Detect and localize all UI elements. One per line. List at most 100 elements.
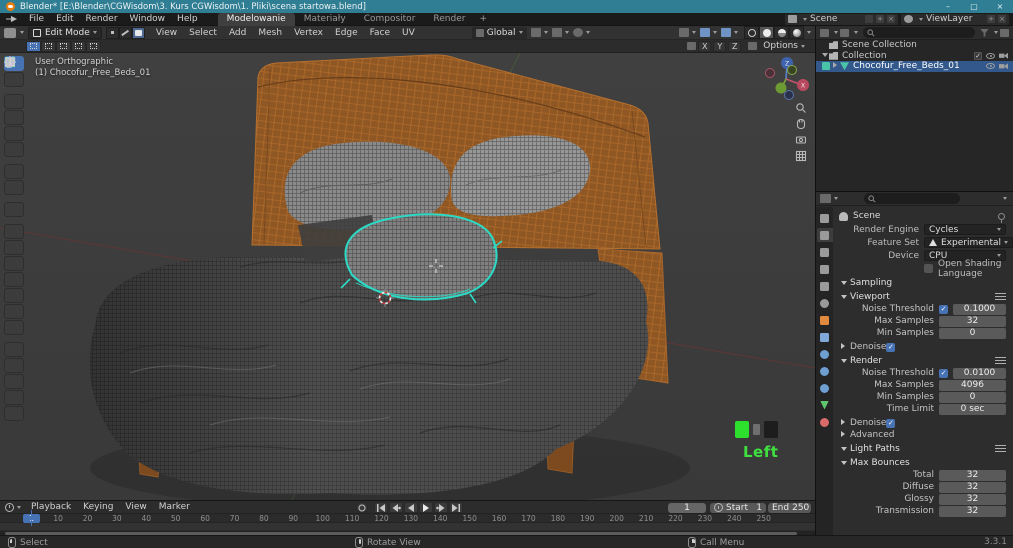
properties-tab-world[interactable] xyxy=(817,296,833,310)
outliner-scope-icon[interactable] xyxy=(840,28,849,37)
hide-eye-icon[interactable] xyxy=(986,52,995,59)
property-row[interactable]: Max Samples Max Samples ✓ 4096 xyxy=(835,379,1009,391)
collection-checkbox[interactable]: ✓ xyxy=(974,51,982,60)
viewport-menu-edge[interactable]: Edge xyxy=(330,28,363,38)
disable-render-icon[interactable] xyxy=(999,52,1008,59)
value-slider[interactable]: 0 sec xyxy=(939,403,1006,415)
property-row[interactable]: Noise Threshold Noise Threshold ✓ 0.1000 xyxy=(835,303,1009,315)
tool-poly-build[interactable] xyxy=(4,56,24,319)
expand-arrow-icon[interactable] xyxy=(841,380,850,390)
workspace-tab--object-object-[interactable]: Modelowanie xyxy=(217,12,295,26)
timeline-menu-keying[interactable]: Keying xyxy=(77,502,119,512)
viewport-menu-view[interactable]: View xyxy=(151,28,182,38)
scene-selector[interactable]: Scene + × xyxy=(785,13,898,25)
new-collection-icon[interactable] xyxy=(1000,28,1009,37)
properties-tab-physics[interactable] xyxy=(817,364,833,378)
show-gizmo-dropdown[interactable] xyxy=(679,28,696,37)
expand-arrow-icon[interactable] xyxy=(841,494,850,504)
tool-shear[interactable] xyxy=(4,58,24,405)
expand-arrow-icon[interactable] xyxy=(833,62,840,70)
timeline-menu-marker[interactable]: Marker xyxy=(153,502,196,512)
expand-arrow-icon[interactable] xyxy=(841,292,850,302)
outliner-row[interactable]: Scene Collection ✓ xyxy=(816,40,1013,51)
select-option-intersect[interactable] xyxy=(86,40,101,52)
properties-tab-view-layer[interactable] xyxy=(817,262,833,276)
tool-rotate[interactable] xyxy=(4,57,24,125)
expand-arrow-icon[interactable] xyxy=(841,430,850,440)
expand-arrow-icon[interactable] xyxy=(841,392,850,402)
row-checkbox[interactable]: ✓ xyxy=(886,418,896,428)
workspace-tab--object-object-[interactable]: Compositor xyxy=(355,13,425,26)
value-slider[interactable]: 4096 xyxy=(939,379,1006,391)
add-workspace-button[interactable]: + xyxy=(474,13,492,26)
properties-options-caret[interactable] xyxy=(1003,197,1007,200)
tool-edge-slide[interactable] xyxy=(4,57,24,373)
row-checkbox[interactable]: ✓ xyxy=(886,342,896,352)
property-row[interactable]: Time Limit Time Limit ✓ 0 sec xyxy=(835,403,1009,415)
properties-tab-scene[interactable] xyxy=(817,279,833,293)
expand-arrow-icon[interactable] xyxy=(822,52,829,59)
viewport-menu-add[interactable]: Add xyxy=(224,28,251,38)
transform-orientation-dropdown[interactable]: Global xyxy=(471,26,527,39)
value-slider[interactable]: 0 xyxy=(939,327,1006,339)
timeline-track[interactable] xyxy=(0,523,815,530)
blender-menu-icon[interactable] xyxy=(6,15,17,23)
unlink-scene-icon[interactable]: × xyxy=(887,15,895,23)
property-row[interactable]: Max Samples Max Samples ✓ 32 xyxy=(835,315,1009,327)
tool-loop-cut[interactable] xyxy=(4,57,24,287)
tool-shrink-fatten[interactable] xyxy=(4,56,24,389)
outliner-search-input[interactable] xyxy=(863,27,975,38)
new-viewlayer-icon[interactable]: + xyxy=(987,15,995,23)
overlays-dropdown[interactable] xyxy=(700,28,717,37)
properties-tab-object[interactable] xyxy=(817,313,833,327)
properties-tab-constraints[interactable] xyxy=(817,381,833,395)
workspace-tab--object-object-[interactable]: Materiały xyxy=(295,13,355,26)
viewport-menu-uv[interactable]: UV xyxy=(397,28,420,38)
outliner-display-mode-icon[interactable] xyxy=(820,28,829,37)
select-option-extend[interactable] xyxy=(41,40,56,52)
gizmo-neg-z[interactable] xyxy=(784,90,794,100)
viewport-menu-select[interactable]: Select xyxy=(184,28,222,38)
value-slider[interactable]: 0 xyxy=(939,391,1006,403)
property-row[interactable]: Render Render ✓ xyxy=(835,355,1009,367)
play-reverse-button[interactable] xyxy=(404,502,418,513)
tool-cursor[interactable] xyxy=(4,57,24,87)
gizmo-y-axis[interactable] xyxy=(775,82,787,94)
expand-arrow-icon[interactable] xyxy=(841,356,850,366)
hide-eye-icon[interactable] xyxy=(986,63,995,70)
tool-transform[interactable] xyxy=(4,56,24,157)
proportional-editing-toggle[interactable] xyxy=(572,28,590,37)
select-mode-face[interactable] xyxy=(131,26,145,39)
close-button[interactable]: × xyxy=(987,0,1013,13)
property-row[interactable]: Denoise Denoise ✓ xyxy=(835,341,1009,353)
mode-dropdown[interactable]: Edit Mode xyxy=(28,26,102,39)
properties-tab-particles[interactable] xyxy=(817,347,833,361)
value-slider[interactable]: 0.1000 xyxy=(953,303,1006,315)
snap-magnet-toggle[interactable] xyxy=(551,28,569,37)
timeline-ruler[interactable]: 1 10203040506070809010011012013014015016… xyxy=(0,514,815,523)
viewport-menu-vertex[interactable]: Vertex xyxy=(289,28,328,38)
tool-scale[interactable] xyxy=(4,56,24,141)
select-option-invert[interactable] xyxy=(71,40,86,52)
expand-arrow-icon[interactable] xyxy=(841,278,850,288)
property-row[interactable]: Diffuse Diffuse ✓ 32 xyxy=(835,481,1009,493)
prev-keyframe-button[interactable] xyxy=(389,502,403,513)
value-slider[interactable]: 0.0100 xyxy=(953,367,1006,379)
tool-rip-region[interactable] xyxy=(4,57,24,421)
expand-arrow-icon[interactable] xyxy=(841,506,850,516)
row-checkbox[interactable]: ✓ xyxy=(939,304,948,314)
select-mode-vertex[interactable] xyxy=(105,26,119,39)
frame-end-field[interactable]: End 250 xyxy=(768,502,811,513)
snap-face-icon[interactable] xyxy=(748,42,758,50)
outliner-row[interactable]: Chocofur_Free_Beds_01 ✓ xyxy=(816,61,1013,72)
pin-scene-icon[interactable] xyxy=(865,15,873,23)
field-dropdown[interactable]: Cycles xyxy=(924,224,1006,235)
menu-edit[interactable]: Edit xyxy=(50,14,79,24)
play-button[interactable] xyxy=(419,502,433,513)
xray-toggle[interactable] xyxy=(721,28,738,37)
property-row[interactable]: Transmission Transmission ✓ 32 xyxy=(835,505,1009,517)
property-row[interactable]: Max Bounces Max Bounces ✓ xyxy=(835,457,1009,469)
properties-editor-icon[interactable] xyxy=(820,194,831,203)
value-slider[interactable]: 32 xyxy=(939,505,1006,517)
property-row[interactable]: Total Total ✓ 32 xyxy=(835,469,1009,481)
